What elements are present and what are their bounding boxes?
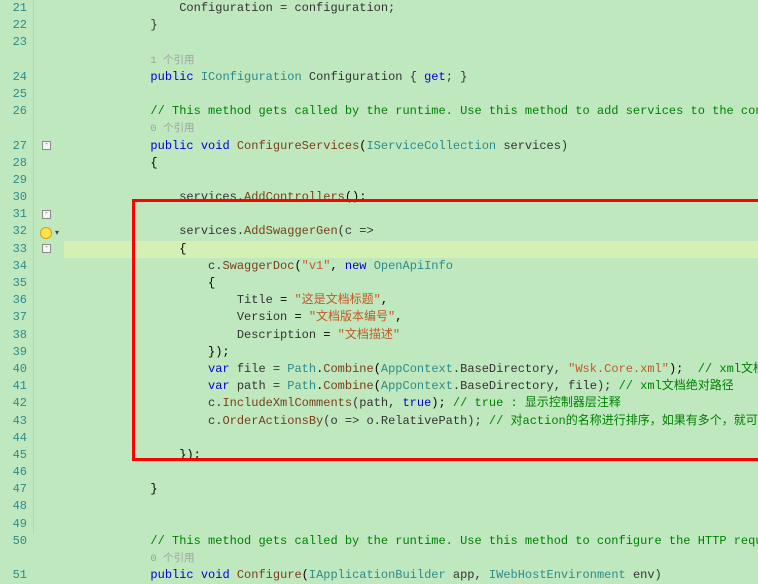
fold-toggle[interactable]: - [42,141,51,150]
line-number: 43 [0,413,31,430]
line-number: 38 [0,327,31,344]
line-number: 32 [0,223,31,240]
line-number: 46 [0,464,31,481]
line-number: 33 [0,241,31,258]
line-number: 44 [0,430,31,447]
line-number: 34 [0,258,31,275]
comment: // This method gets called by the runtim… [150,104,758,118]
ref-spacer [0,550,31,567]
line-number: 35 [0,275,31,292]
code-text: Configuration = configuration; [179,1,395,15]
line-number: 40 [0,361,31,378]
line-number: 29 [0,172,31,189]
line-number: 28 [0,155,31,172]
line-number: 45 [0,447,31,464]
ref-spacer [0,120,31,137]
line-number: 47 [0,481,31,498]
ref-spacer [0,52,31,69]
fold-column: - - - [34,0,62,534]
line-number: 24 [0,69,31,86]
code-editor[interactable]: Configuration = configuration; } 1 个引用 p… [62,0,758,534]
current-line: { [64,241,758,258]
comment: // This method gets called by the runtim… [150,534,758,548]
line-number-gutter: 21 22 23 24 25 26 27 28 29 30 31 32 33 3… [0,0,34,534]
line-number: 30 [0,189,31,206]
line-number: 23 [0,34,31,51]
line-number: 37 [0,309,31,326]
fold-toggle[interactable]: - [42,210,51,219]
line-number: 42 [0,395,31,412]
lightbulb-icon[interactable] [40,227,52,239]
line-number: 31 [0,206,31,223]
line-number: 49 [0,516,31,533]
line-number: 36 [0,292,31,309]
line-number: 27 [0,138,31,155]
line-number: 25 [0,86,31,103]
line-number: 39 [0,344,31,361]
line-number: 41 [0,378,31,395]
codelens-references[interactable]: 0 个引用 [150,123,194,135]
codelens-references[interactable]: 0 个引用 [150,553,194,565]
codelens-references[interactable]: 1 个引用 [150,55,194,67]
fold-toggle[interactable]: - [42,244,51,253]
line-number: 48 [0,498,31,515]
line-number: 22 [0,17,31,34]
line-number: 50 [0,533,31,550]
line-number: 51 [0,567,31,584]
line-number: 21 [0,0,31,17]
line-number: 26 [0,103,31,120]
